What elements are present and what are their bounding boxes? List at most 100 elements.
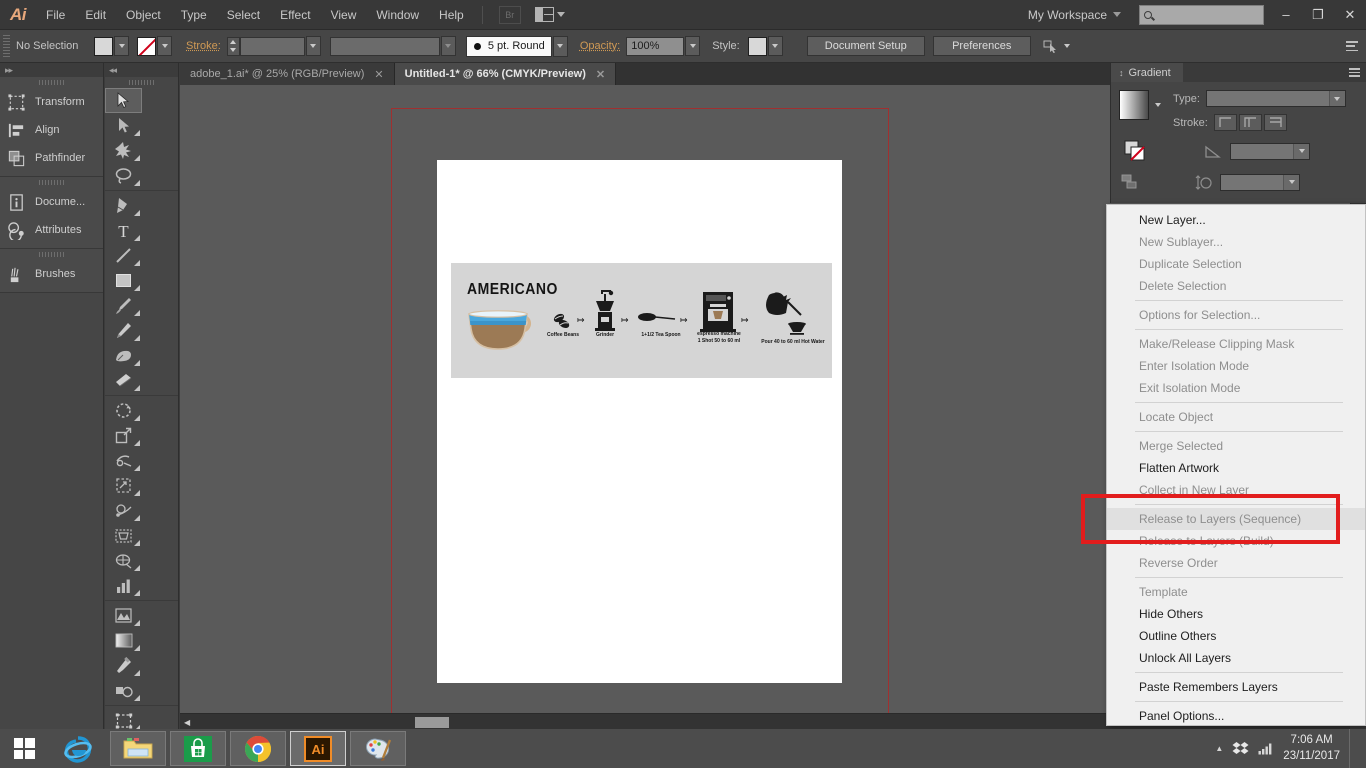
tool-magic-wand[interactable]: [105, 138, 142, 163]
opacity-label[interactable]: Opacity:: [580, 40, 620, 52]
tool-rotate[interactable]: [105, 398, 142, 423]
opacity-field[interactable]: 100%: [626, 37, 684, 56]
taskbar-windows-store[interactable]: [170, 731, 226, 766]
menu-item-outline-others[interactable]: Outline Others: [1107, 625, 1365, 647]
workspace-switcher[interactable]: My Workspace: [1022, 8, 1127, 22]
menu-item-unlock-all-layers[interactable]: Unlock All Layers: [1107, 647, 1365, 669]
menu-edit[interactable]: Edit: [75, 0, 116, 30]
preferences-button[interactable]: Preferences: [933, 36, 1031, 56]
artboard-page[interactable]: AMERICANO ↦ Coffee Beans ↦ Grinder ↦ 1+1…: [437, 160, 842, 683]
panel-group-grip[interactable]: [0, 77, 103, 88]
stroke-across-button[interactable]: [1264, 114, 1287, 131]
gradient-angle-dropdown[interactable]: [1293, 144, 1309, 159]
search-input[interactable]: [1139, 5, 1264, 25]
tool-direct-selection[interactable]: [105, 113, 142, 138]
start-button[interactable]: [0, 729, 48, 768]
stroke-profile-field[interactable]: [330, 37, 440, 56]
document-tab-untitled-1[interactable]: Untitled-1* @ 66% (CMYK/Preview) ✕: [395, 63, 616, 85]
tool-column-graph[interactable]: [105, 573, 142, 598]
stroke-swatch-control[interactable]: [137, 36, 172, 56]
stroke-weight-stepper[interactable]: [227, 37, 240, 56]
stroke-along-button[interactable]: [1239, 114, 1262, 131]
tool-line-segment[interactable]: [105, 243, 142, 268]
menu-item-delete-selection[interactable]: Delete Selection: [1107, 275, 1365, 297]
menu-item-panel-options[interactable]: Panel Options...: [1107, 705, 1365, 727]
scroll-left-icon[interactable]: ◀: [184, 718, 190, 727]
gradient-panel-menu-icon[interactable]: [1349, 68, 1360, 77]
menu-item-make-release-clipping-mask[interactable]: Make/Release Clipping Mask: [1107, 333, 1365, 355]
tool-blob-brush[interactable]: [105, 343, 142, 368]
select-similar-control[interactable]: [1043, 39, 1070, 53]
close-button[interactable]: ✕: [1334, 1, 1366, 29]
menu-item-reverse-order[interactable]: Reverse Order: [1107, 552, 1365, 574]
tools-panel-grip[interactable]: [105, 77, 178, 88]
bridge-icon[interactable]: Br: [499, 6, 521, 24]
menu-effect[interactable]: Effect: [270, 0, 320, 30]
stroke-dropdown[interactable]: [157, 36, 172, 56]
clock[interactable]: 7:06 AM 23/11/2017: [1283, 733, 1340, 764]
control-bar-grip[interactable]: [3, 35, 10, 57]
tool-pen[interactable]: [105, 193, 142, 218]
tab-gradient[interactable]: ↕ Gradient: [1111, 63, 1183, 82]
collapse-panels-icon[interactable]: ◂◂: [109, 65, 116, 76]
stroke-weight-control[interactable]: [227, 36, 321, 56]
menu-file[interactable]: File: [36, 0, 75, 30]
opacity-control[interactable]: 100%: [626, 36, 700, 56]
document-tab-adobe-1[interactable]: adobe_1.ai* @ 25% (RGB/Preview) ✕: [180, 63, 395, 85]
maximize-button[interactable]: ❐: [1302, 1, 1334, 29]
tool-free-transform[interactable]: [105, 473, 142, 498]
stroke-label[interactable]: Stroke:: [186, 40, 221, 52]
artwork-banner[interactable]: AMERICANO ↦ Coffee Beans ↦ Grinder ↦ 1+1…: [451, 263, 832, 378]
menu-item-enter-isolation-mode[interactable]: Enter Isolation Mode: [1107, 355, 1365, 377]
tool-type[interactable]: T: [105, 218, 142, 243]
gradient-aspect-field[interactable]: [1220, 174, 1300, 191]
panel-item-transform[interactable]: Transform: [0, 88, 103, 116]
tool-symbol-sprayer[interactable]: [105, 603, 142, 628]
menu-item-paste-remembers-layers[interactable]: Paste Remembers Layers: [1107, 676, 1365, 698]
document-setup-button[interactable]: Document Setup: [807, 36, 925, 56]
panel-item-brushes[interactable]: Brushes: [0, 260, 103, 288]
panel-group-grip[interactable]: [0, 249, 103, 260]
menu-item-flatten-artwork[interactable]: Flatten Artwork: [1107, 457, 1365, 479]
style-swatch[interactable]: [748, 37, 767, 56]
reverse-gradient-button[interactable]: [1121, 137, 1149, 165]
minimize-button[interactable]: –: [1270, 1, 1302, 29]
tool-gradient[interactable]: [105, 628, 142, 653]
panel-item-document-info[interactable]: Docume...: [0, 188, 103, 216]
stroke-swatch-none-icon[interactable]: [137, 37, 156, 56]
chevron-down-icon[interactable]: [1155, 103, 1161, 107]
menu-item-new-sublayer[interactable]: New Sublayer...: [1107, 231, 1365, 253]
fill-dropdown[interactable]: [114, 36, 129, 56]
gradient-type-dropdown[interactable]: [1329, 91, 1345, 106]
menu-view[interactable]: View: [321, 0, 367, 30]
panel-item-pathfinder[interactable]: Pathfinder: [0, 144, 103, 172]
stroke-weight-field[interactable]: [240, 37, 305, 56]
stroke-profile-control[interactable]: [330, 36, 456, 56]
arrange-documents-button[interactable]: [535, 7, 565, 22]
taskbar-internet-explorer[interactable]: [50, 731, 106, 766]
style-control[interactable]: [748, 36, 783, 56]
gradient-aspect-dropdown[interactable]: [1283, 175, 1299, 190]
style-dropdown[interactable]: [768, 36, 783, 56]
tool-shape-builder[interactable]: [105, 498, 142, 523]
gradient-angle-field[interactable]: [1230, 143, 1310, 160]
layers-panel-context-menu[interactable]: New Layer... New Sublayer... Duplicate S…: [1106, 204, 1366, 726]
horizontal-scroll-thumb[interactable]: [415, 717, 449, 728]
left-dock-header[interactable]: ▸▸: [0, 63, 103, 77]
close-icon[interactable]: ✕: [374, 68, 383, 81]
gradient-preview-swatch[interactable]: [1119, 90, 1149, 120]
panel-item-attributes[interactable]: Attributes: [0, 216, 103, 244]
menu-help[interactable]: Help: [429, 0, 474, 30]
fill-swatch[interactable]: [94, 37, 113, 56]
gradient-annotator-icon[interactable]: [1121, 173, 1143, 191]
tool-perspective-grid[interactable]: [105, 523, 142, 548]
menu-window[interactable]: Window: [366, 0, 429, 30]
control-panel-menu-icon[interactable]: [1346, 41, 1358, 51]
brush-definition-dropdown[interactable]: [553, 36, 568, 57]
tray-overflow-icon[interactable]: ▲: [1215, 744, 1223, 753]
taskbar-paint[interactable]: [350, 731, 406, 766]
menu-type[interactable]: Type: [171, 0, 217, 30]
panel-group-grip[interactable]: [0, 177, 103, 188]
tool-width[interactable]: [105, 448, 142, 473]
tool-pencil[interactable]: [105, 318, 142, 343]
